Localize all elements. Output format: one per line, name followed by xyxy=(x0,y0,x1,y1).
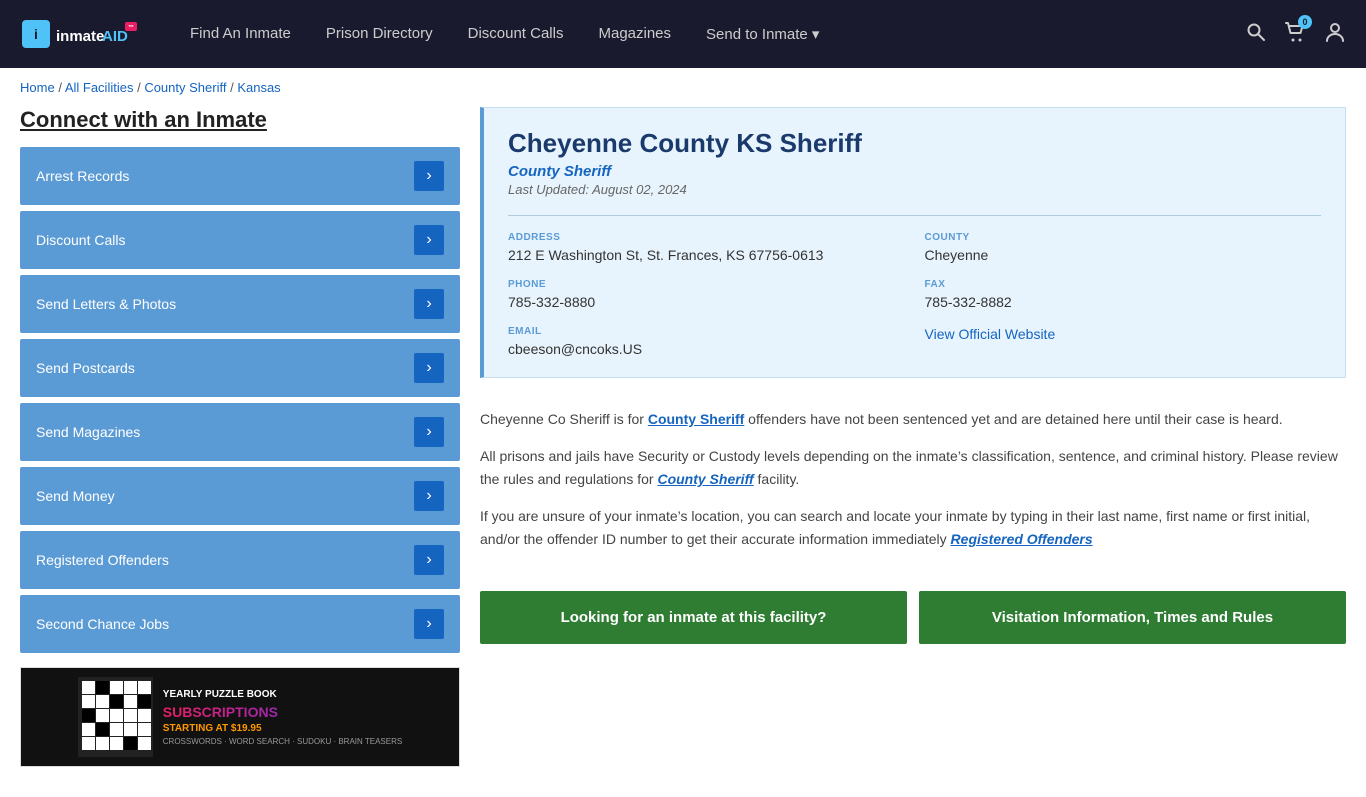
arrow-icon: › xyxy=(414,545,444,575)
facility-info-grid: ADDRESS 212 E Washington St, St. Frances… xyxy=(508,215,1321,357)
sidebar-item-discount-calls[interactable]: Discount Calls › xyxy=(20,211,460,269)
county-sheriff-link-1[interactable]: County Sheriff xyxy=(648,411,744,427)
phone-label: PHONE xyxy=(508,279,905,290)
county-value: Cheyenne xyxy=(925,247,1322,263)
arrow-icon: › xyxy=(414,417,444,447)
arrow-icon: › xyxy=(414,161,444,191)
ad-content: YEARLY PUZZLE BOOK SUBSCRIPTIONS STARTIN… xyxy=(163,689,402,746)
arrow-icon: › xyxy=(414,225,444,255)
nav-send-to-inmate[interactable]: Send to Inmate ▾ xyxy=(706,25,819,43)
nav-find-inmate[interactable]: Find An Inmate xyxy=(190,25,291,43)
desc-para2: All prisons and jails have Security or C… xyxy=(480,445,1346,491)
ad-types: CROSSWORDS · WORD SEARCH · SUDOKU · BRAI… xyxy=(163,737,402,746)
nav-discount-calls[interactable]: Discount Calls xyxy=(468,25,564,43)
email-label: EMAIL xyxy=(508,326,905,337)
breadcrumb-home[interactable]: Home xyxy=(20,80,55,95)
svg-text:inmate: inmate xyxy=(56,28,104,45)
sidebar-item-registered-offenders[interactable]: Registered Offenders › xyxy=(20,531,460,589)
phone-block: PHONE 785-332-8880 xyxy=(508,279,905,310)
sidebar-title: Connect with an Inmate xyxy=(20,107,460,133)
facility-card: Cheyenne County KS Sheriff County Sherif… xyxy=(480,107,1346,378)
main-content: Cheyenne County KS Sheriff County Sherif… xyxy=(480,107,1346,767)
arrow-icon: › xyxy=(414,353,444,383)
breadcrumb-all-facilities[interactable]: All Facilities xyxy=(65,80,134,95)
county-sheriff-link-2[interactable]: County Sheriff xyxy=(657,471,753,487)
sidebar-item-send-postcards[interactable]: Send Postcards › xyxy=(20,339,460,397)
sidebar-item-arrest-records[interactable]: Arrest Records › xyxy=(20,147,460,205)
header: i inmate AID ™ Find An Inmate Prison Dir… xyxy=(0,0,1366,68)
puzzle-grid-icon xyxy=(78,677,153,757)
visitation-info-button[interactable]: Visitation Information, Times and Rules xyxy=(919,591,1346,644)
ad-banner[interactable]: YEARLY PUZZLE BOOK SUBSCRIPTIONS STARTIN… xyxy=(20,667,460,767)
website-block: View Official Website xyxy=(925,326,1322,357)
county-label: COUNTY xyxy=(925,232,1322,243)
facility-name: Cheyenne County KS Sheriff xyxy=(508,128,1321,159)
fax-block: FAX 785-332-8882 xyxy=(925,279,1322,310)
desc-para3: If you are unsure of your inmate’s locat… xyxy=(480,505,1346,551)
desc-para1: Cheyenne Co Sheriff is for County Sherif… xyxy=(480,408,1346,431)
svg-text:™: ™ xyxy=(128,24,134,31)
breadcrumb-kansas[interactable]: Kansas xyxy=(237,80,280,95)
county-block: COUNTY Cheyenne xyxy=(925,232,1322,263)
breadcrumb: Home / All Facilities / County Sheriff /… xyxy=(0,68,1366,107)
breadcrumb-county-sheriff[interactable]: County Sheriff xyxy=(144,80,226,95)
sidebar: Connect with an Inmate Arrest Records › … xyxy=(20,107,460,767)
email-value: cbeeson@cncoks.US xyxy=(508,341,905,357)
ad-subtitle: SUBSCRIPTIONS xyxy=(163,704,402,720)
nav-prison-directory[interactable]: Prison Directory xyxy=(326,25,433,43)
cart-icon[interactable]: 0 xyxy=(1284,21,1306,48)
facility-updated: Last Updated: August 02, 2024 xyxy=(508,182,1321,197)
svg-text:i: i xyxy=(34,26,38,42)
fax-value: 785-332-8882 xyxy=(925,294,1322,310)
sidebar-item-second-chance-jobs[interactable]: Second Chance Jobs › xyxy=(20,595,460,653)
sidebar-item-send-money[interactable]: Send Money › xyxy=(20,467,460,525)
bottom-buttons: Looking for an inmate at this facility? … xyxy=(480,591,1346,644)
cart-badge: 0 xyxy=(1298,15,1312,29)
address-value: 212 E Washington St, St. Frances, KS 677… xyxy=(508,247,905,263)
registered-offenders-link[interactable]: Registered Offenders xyxy=(951,531,1093,547)
header-icons: 0 xyxy=(1246,21,1346,48)
arrow-icon: › xyxy=(414,609,444,639)
logo[interactable]: i inmate AID ™ xyxy=(20,16,140,52)
ad-price: STARTING AT $19.95 xyxy=(163,723,402,734)
main-layout: Connect with an Inmate Arrest Records › … xyxy=(0,107,1366,797)
user-icon[interactable] xyxy=(1324,21,1346,48)
facility-type: County Sheriff xyxy=(508,163,1321,180)
facility-description: Cheyenne Co Sheriff is for County Sherif… xyxy=(480,398,1346,575)
main-nav: Find An Inmate Prison Directory Discount… xyxy=(190,25,1216,43)
ad-title: YEARLY PUZZLE BOOK xyxy=(163,689,402,701)
find-inmate-button[interactable]: Looking for an inmate at this facility? xyxy=(480,591,907,644)
arrow-icon: › xyxy=(414,289,444,319)
sidebar-item-send-magazines[interactable]: Send Magazines › xyxy=(20,403,460,461)
address-label: ADDRESS xyxy=(508,232,905,243)
email-block: EMAIL cbeeson@cncoks.US xyxy=(508,326,905,357)
phone-value: 785-332-8880 xyxy=(508,294,905,310)
svg-text:AID: AID xyxy=(102,28,128,45)
nav-magazines[interactable]: Magazines xyxy=(598,25,671,43)
search-icon[interactable] xyxy=(1246,22,1266,47)
fax-label: FAX xyxy=(925,279,1322,290)
arrow-icon: › xyxy=(414,481,444,511)
address-block: ADDRESS 212 E Washington St, St. Frances… xyxy=(508,232,905,263)
view-official-website-link[interactable]: View Official Website xyxy=(925,326,1056,342)
sidebar-item-send-letters[interactable]: Send Letters & Photos › xyxy=(20,275,460,333)
